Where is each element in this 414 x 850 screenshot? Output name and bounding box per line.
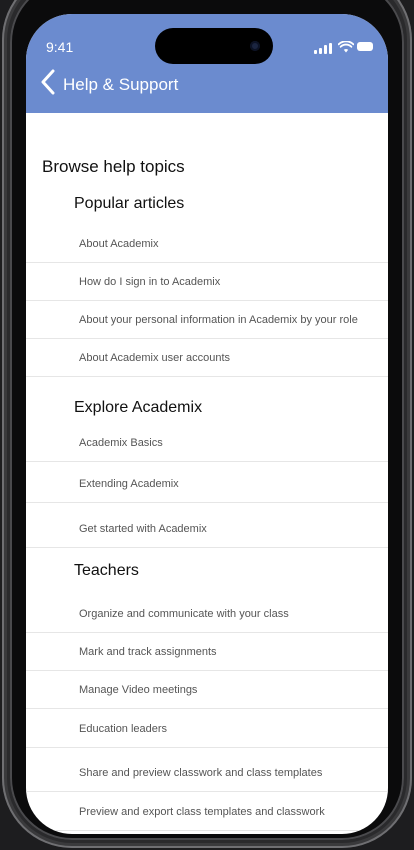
help-article-item[interactable]: Share and preview classwork and class te… <box>26 754 388 792</box>
signal-icon <box>324 45 327 54</box>
help-article-item[interactable]: About Academix <box>26 225 388 263</box>
status-time: 9:41 <box>46 39 74 55</box>
phone-screen: 9:41 Help & Support Browse help topics P… <box>26 14 388 834</box>
help-article-item[interactable]: Manage Video meetings <box>26 671 388 709</box>
help-article-label: Education leaders <box>79 723 168 735</box>
camera-icon <box>250 41 260 51</box>
help-article-item[interactable]: Mark and track assignments <box>26 633 388 671</box>
back-chevron-icon[interactable] <box>40 69 56 95</box>
signal-icon <box>329 43 332 54</box>
help-article-item[interactable]: Organize and communicate with your class <box>26 595 388 633</box>
phone-frame: 9:41 Help & Support Browse help topics P… <box>0 0 414 850</box>
wifi-icon <box>338 41 354 53</box>
help-article-label: Organize and communicate with your class <box>79 608 289 620</box>
battery-icon <box>357 42 373 51</box>
help-article-label: How do I sign in to Academix <box>79 276 221 288</box>
help-article-label: Get started with Academix <box>79 523 207 535</box>
help-article-item[interactable]: Education leaders <box>26 710 388 748</box>
help-article-label: Manage Video meetings <box>79 684 198 696</box>
page-title: Help & Support <box>63 75 179 94</box>
help-article-item[interactable]: About Academix user accounts <box>26 339 388 377</box>
help-article-label: Share and preview classwork and class te… <box>79 767 323 779</box>
help-article-item[interactable]: Get started with Academix <box>26 510 388 548</box>
section-title-teachers: Teachers <box>74 562 139 579</box>
signal-icon <box>314 50 317 54</box>
help-article-item[interactable]: Extending Academix <box>26 465 388 503</box>
browse-heading: Browse help topics <box>42 157 185 176</box>
status-icons <box>314 40 374 54</box>
signal-icon <box>319 48 322 54</box>
help-article-item[interactable]: About your personal information in Acade… <box>26 301 388 339</box>
help-article-label: Academix Basics <box>79 437 163 449</box>
help-article-label: Preview and export class templates and c… <box>79 806 325 818</box>
help-article-label: About Academix <box>79 238 159 250</box>
help-article-item[interactable]: How do I sign in to Academix <box>26 263 388 301</box>
help-article-item[interactable]: Academix Basics <box>26 424 388 462</box>
help-article-item[interactable]: Preview and export class templates and c… <box>26 793 388 831</box>
help-article-label: About Academix user accounts <box>79 352 231 364</box>
help-article-label: Mark and track assignments <box>79 646 217 658</box>
section-title-explore: Explore Academix <box>74 399 203 416</box>
section-title-popular: Popular articles <box>74 195 185 212</box>
app-header: 9:41 Help & Support <box>26 14 388 113</box>
help-article-label: About your personal information in Acade… <box>79 314 358 326</box>
help-article-label: Extending Academix <box>79 478 179 490</box>
